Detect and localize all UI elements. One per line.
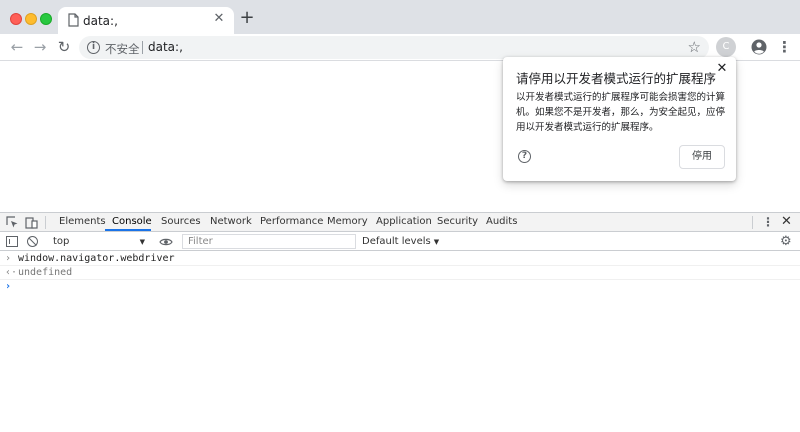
tab-network[interactable]: Network	[210, 216, 252, 227]
tab-performance[interactable]: Performance	[260, 216, 323, 227]
forward-arrow-icon[interactable]: →	[31, 38, 49, 56]
log-levels-label: Default levels	[362, 236, 431, 247]
tab-elements[interactable]: Elements	[59, 216, 106, 227]
developer-mode-extension-popup: 请停用以开发者模式运行的扩展程序 ✕ 以开发者模式运行的扩展程序可能会损害您的计…	[503, 57, 736, 181]
clear-console-icon[interactable]	[27, 236, 38, 247]
popup-title: 请停用以开发者模式运行的扩展程序	[516, 71, 717, 86]
security-label[interactable]: 不安全	[105, 41, 140, 57]
profile-icon[interactable]	[751, 39, 767, 55]
tab-application[interactable]: Application	[376, 216, 432, 227]
context-selector[interactable]: top ▼	[47, 234, 150, 249]
console-input-text: window.navigator.webdriver	[18, 253, 175, 264]
devtools-panel: Elements Console Sources Network Perform…	[0, 212, 800, 431]
log-levels-dropdown[interactable]: Default levels ▼	[362, 236, 439, 247]
live-expression-eye-icon[interactable]	[159, 237, 173, 247]
dropdown-arrow-icon: ▼	[433, 238, 440, 246]
console-line: ‹· undefined	[0, 266, 800, 280]
popup-body-text: 以开发者模式运行的扩展程序可能会损害您的计算机。如果您不是开发者，那么，为安全起…	[516, 92, 726, 133]
tab-sources[interactable]: Sources	[161, 216, 201, 227]
tab-strip: data:, ✕ +	[0, 0, 800, 34]
console-filter-input[interactable]: Filter	[182, 234, 356, 249]
inspect-element-icon[interactable]	[6, 216, 19, 229]
new-tab-button[interactable]: +	[239, 9, 255, 27]
devtools-close-icon[interactable]: ✕	[781, 214, 792, 229]
maximize-window-button[interactable]	[40, 13, 52, 25]
url-text[interactable]: data:,	[148, 40, 183, 54]
tab-close-icon[interactable]: ✕	[211, 11, 227, 27]
context-value: top	[53, 236, 70, 247]
result-arrow-icon: ‹·	[5, 267, 18, 278]
address-bar[interactable]: i 不安全 data:, ☆	[79, 36, 709, 59]
dropdown-arrow-icon: ▼	[139, 238, 145, 246]
console-result-text: undefined	[18, 267, 73, 278]
toolbar-separator	[45, 216, 46, 229]
tab-memory[interactable]: Memory	[327, 216, 368, 227]
console-output[interactable]: › window.navigator.webdriver ‹· undefine…	[0, 252, 800, 432]
devtools-more-icon[interactable]: ⋮	[762, 215, 774, 229]
document-icon	[68, 13, 79, 27]
device-toolbar-icon[interactable]	[25, 216, 38, 229]
browser-tab[interactable]: data:, ✕	[58, 7, 234, 34]
devtools-tab-bar: Elements Console Sources Network Perform…	[0, 213, 800, 232]
more-menu-icon[interactable]: ⋮	[777, 39, 792, 55]
input-chevron-icon: ›	[5, 253, 12, 264]
console-prompt[interactable]: ›	[0, 280, 800, 294]
popup-close-icon[interactable]: ✕	[715, 62, 729, 76]
close-window-button[interactable]	[10, 13, 22, 25]
toolbar-separator	[752, 216, 753, 229]
console-settings-gear-icon[interactable]: ⚙	[780, 235, 792, 248]
bookmark-star-icon[interactable]: ☆	[688, 38, 701, 56]
tab-console[interactable]: Console	[112, 216, 152, 227]
help-icon[interactable]: ?	[518, 150, 531, 163]
extension-avatar-icon[interactable]: C	[716, 37, 736, 57]
info-icon[interactable]: i	[87, 41, 100, 54]
prompt-chevron-icon: ›	[5, 281, 12, 292]
console-line: › window.navigator.webdriver	[0, 252, 800, 266]
tab-title: data:,	[83, 14, 118, 28]
disable-extensions-button[interactable]: 停用	[679, 145, 725, 169]
tab-security[interactable]: Security	[437, 216, 478, 227]
console-toolbar: top ▼ Filter Default levels ▼ ⚙	[0, 233, 800, 251]
back-arrow-icon[interactable]: ←	[8, 38, 26, 56]
reload-icon[interactable]: ↻	[55, 38, 73, 56]
console-sidebar-icon[interactable]	[6, 236, 18, 247]
tab-audits[interactable]: Audits	[486, 216, 517, 227]
minimize-window-button[interactable]	[25, 13, 37, 25]
active-tab-indicator	[105, 229, 151, 231]
address-separator	[142, 41, 143, 54]
